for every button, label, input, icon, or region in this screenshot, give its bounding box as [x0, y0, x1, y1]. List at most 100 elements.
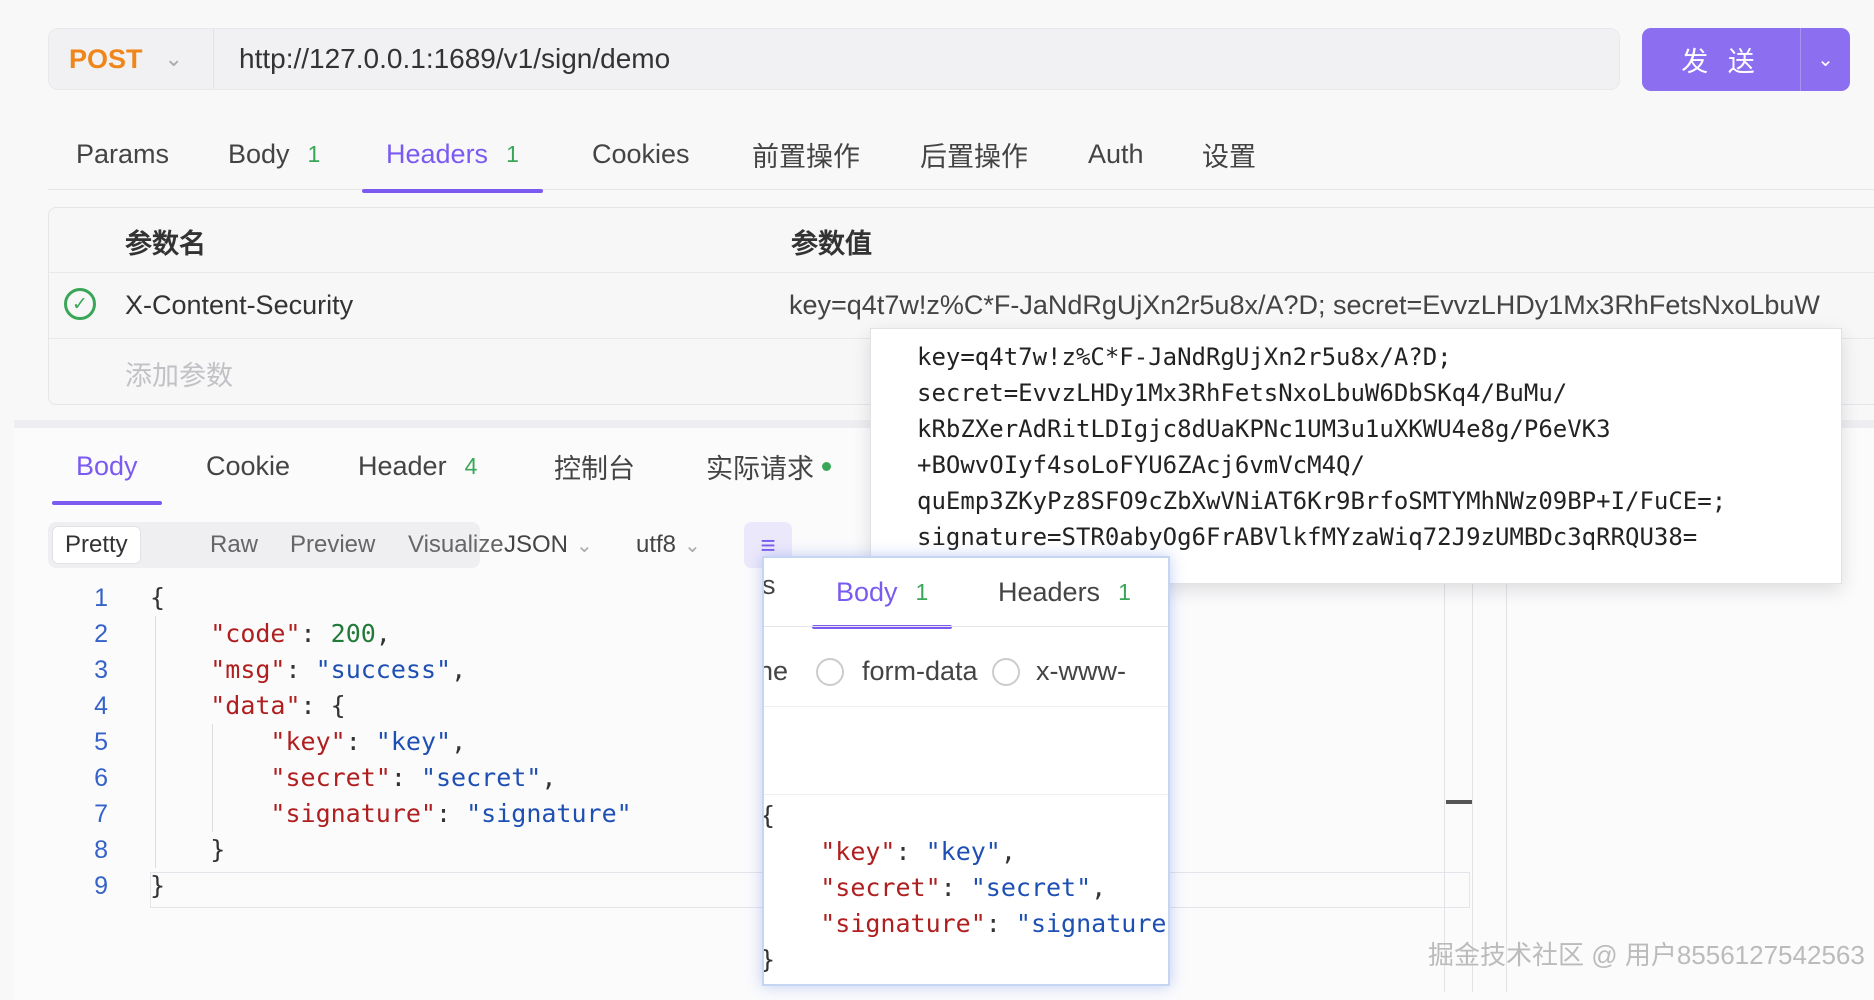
brace: } — [150, 871, 166, 900]
tab-label: Body — [76, 450, 138, 481]
json-key: "secret" — [270, 763, 391, 792]
tab-params[interactable]: Params — [72, 118, 173, 190]
header-value-tooltip: key=q4t7w!z%C*F-JaNdRgUjXn2r5u8x/A?D; se… — [870, 328, 1842, 584]
send-dropdown-button[interactable]: ⌄ — [1800, 28, 1850, 91]
tab-actual-request[interactable]: 实际请求 — [702, 430, 835, 502]
line-number: 1 — [94, 584, 108, 612]
tooltip-line: secret=EvvzLHDy1Mx3RhFetsNxoLbuW6DbSKq4/… — [917, 379, 1568, 407]
line-number: 9 — [94, 872, 108, 900]
language-value: JSON — [504, 531, 569, 558]
check-circle-icon[interactable]: ✓ — [64, 288, 96, 320]
format-switch: Pretty Raw Preview Visualize — [48, 522, 504, 568]
tab-post-operations[interactable]: 后置操作 — [916, 118, 1032, 190]
tab-count: 1 — [915, 578, 929, 605]
watermark: 掘金技术社区 @ 用户8556127542563 — [1428, 940, 1865, 970]
line-number: 2 — [94, 620, 108, 648]
tab-response-body[interactable]: Body — [52, 430, 161, 505]
tab-label: Auth — [1088, 138, 1144, 169]
tab-console[interactable]: 控制台 — [550, 430, 639, 502]
json-key: "data" — [210, 691, 301, 720]
tab-label: 实际请求 — [706, 453, 814, 484]
encoding-value: utf8 — [636, 531, 677, 558]
json-string: "signature" — [1015, 909, 1170, 938]
tab-label: Body — [836, 576, 898, 607]
tab-label: Headers — [386, 138, 489, 169]
language-select[interactable]: JSON ⌄ — [504, 522, 593, 568]
chevron-down-icon: ⌄ — [684, 534, 701, 557]
json-string: "signature" — [466, 799, 632, 828]
tooltip-line: kRbZXerAdRitLDIgjc8dUaKPNc1UM3u1uXKWU4e8… — [917, 415, 1611, 443]
tab-response-cookie[interactable]: Cookie — [202, 430, 294, 502]
radio-label: x-www- — [1036, 656, 1126, 686]
partial-tab-label: s — [762, 570, 776, 600]
chevron-down-icon: ⌄ — [1817, 49, 1834, 71]
json-string: "key" — [925, 837, 1001, 866]
json-key: "msg" — [210, 655, 286, 684]
json-key: "secret" — [820, 873, 941, 902]
format-raw[interactable]: Raw — [198, 526, 270, 564]
request-body-overlay: s Body 1 Headers 1 ne form-data x-www- { "… — [762, 556, 1170, 986]
divider — [1472, 580, 1473, 992]
json-number: 200 — [330, 619, 376, 648]
radio-label: form-data — [862, 656, 978, 686]
tab-label: Body — [228, 138, 290, 169]
tab-count: 1 — [506, 140, 519, 167]
divider — [764, 626, 1168, 627]
line-number: 5 — [94, 728, 108, 756]
json-key: "key" — [820, 837, 896, 866]
chevron-down-icon: ⌄ — [164, 46, 183, 71]
tab-body[interactable]: Body 1 — [224, 118, 324, 190]
request-bar: POST ⌄ — [48, 28, 1620, 90]
chevron-down-icon: ⌄ — [576, 534, 593, 557]
url-input[interactable] — [221, 29, 1601, 89]
tab-label: 控制台 — [554, 453, 635, 484]
tooltip-line: +BOwvOIyf4soLoFYU6ZAcj6vmVcM4Q/ — [917, 451, 1365, 479]
request-body-code[interactable]: { "key": "key", "secret": "secret", "sig… — [764, 798, 1170, 978]
header-value-cell[interactable]: key=q4t7w!z%C*F-JaNdRgUjXn2r5u8x/A?D; se… — [789, 290, 1820, 321]
tab-label: Cookie — [206, 450, 291, 481]
json-key: "key" — [270, 727, 346, 756]
tooltip-line: signature=STR0abyOg6FrABVlkfMYzaWiq72J9z… — [917, 523, 1698, 551]
brace: { — [764, 801, 775, 830]
divider — [49, 272, 1874, 273]
tab-auth[interactable]: Auth — [1084, 118, 1148, 190]
send-button[interactable]: 发 送 — [1642, 28, 1800, 91]
brace: } — [764, 945, 775, 974]
divider — [1444, 580, 1445, 992]
tab-count: 4 — [464, 452, 478, 479]
status-dot — [822, 461, 831, 471]
tooltip-line: key=q4t7w!z%C*F-JaNdRgUjXn2r5u8x/A?D; — [917, 343, 1452, 371]
radio-form-data[interactable] — [816, 658, 844, 686]
format-pretty[interactable]: Pretty — [52, 526, 141, 564]
divider — [764, 794, 1168, 795]
format-visualize[interactable]: Visualize — [396, 526, 516, 564]
partial-option-label: ne — [764, 656, 789, 686]
tab-label: Params — [76, 138, 170, 169]
method-label: POST — [69, 43, 143, 74]
json-key: "signature" — [820, 909, 986, 938]
line-number: 3 — [94, 656, 108, 684]
format-preview[interactable]: Preview — [278, 526, 387, 564]
tab-label: Cookies — [592, 138, 690, 169]
tab-label: Headers — [998, 576, 1101, 607]
encoding-select[interactable]: utf8 ⌄ — [636, 522, 701, 568]
tab-body[interactable]: Body 1 — [811, 558, 953, 629]
header-name-cell[interactable]: X-Content-Security — [125, 290, 353, 321]
json-string: "secret" — [420, 763, 542, 792]
response-code[interactable]: { "code": 200, "msg": "success", "data":… — [150, 580, 632, 904]
column-header-name: 参数名 — [125, 229, 206, 259]
tab-settings[interactable]: 设置 — [1198, 118, 1260, 190]
tab-response-header[interactable]: Header 4 — [354, 430, 481, 502]
brace: { — [150, 583, 166, 612]
tab-headers[interactable]: Headers 1 — [362, 118, 543, 193]
json-string: "key" — [375, 727, 452, 756]
tab-cookies[interactable]: Cookies — [588, 118, 694, 190]
line-number-gutter: 1 2 3 4 5 6 7 8 9 — [48, 580, 118, 904]
tab-headers[interactable]: Headers 1 — [994, 558, 1135, 626]
tooltip-line: quEmp3ZKyPz8SFO9cZbXwVNiAT6Kr9BrfoSMTYMh… — [917, 487, 1727, 515]
tab-pre-operations[interactable]: 前置操作 — [748, 118, 864, 190]
radio-x-www-form[interactable] — [992, 658, 1020, 686]
scroll-marker[interactable] — [1446, 800, 1472, 804]
add-param-placeholder[interactable]: 添加参数 — [125, 354, 233, 393]
method-select[interactable]: POST ⌄ — [49, 29, 214, 89]
